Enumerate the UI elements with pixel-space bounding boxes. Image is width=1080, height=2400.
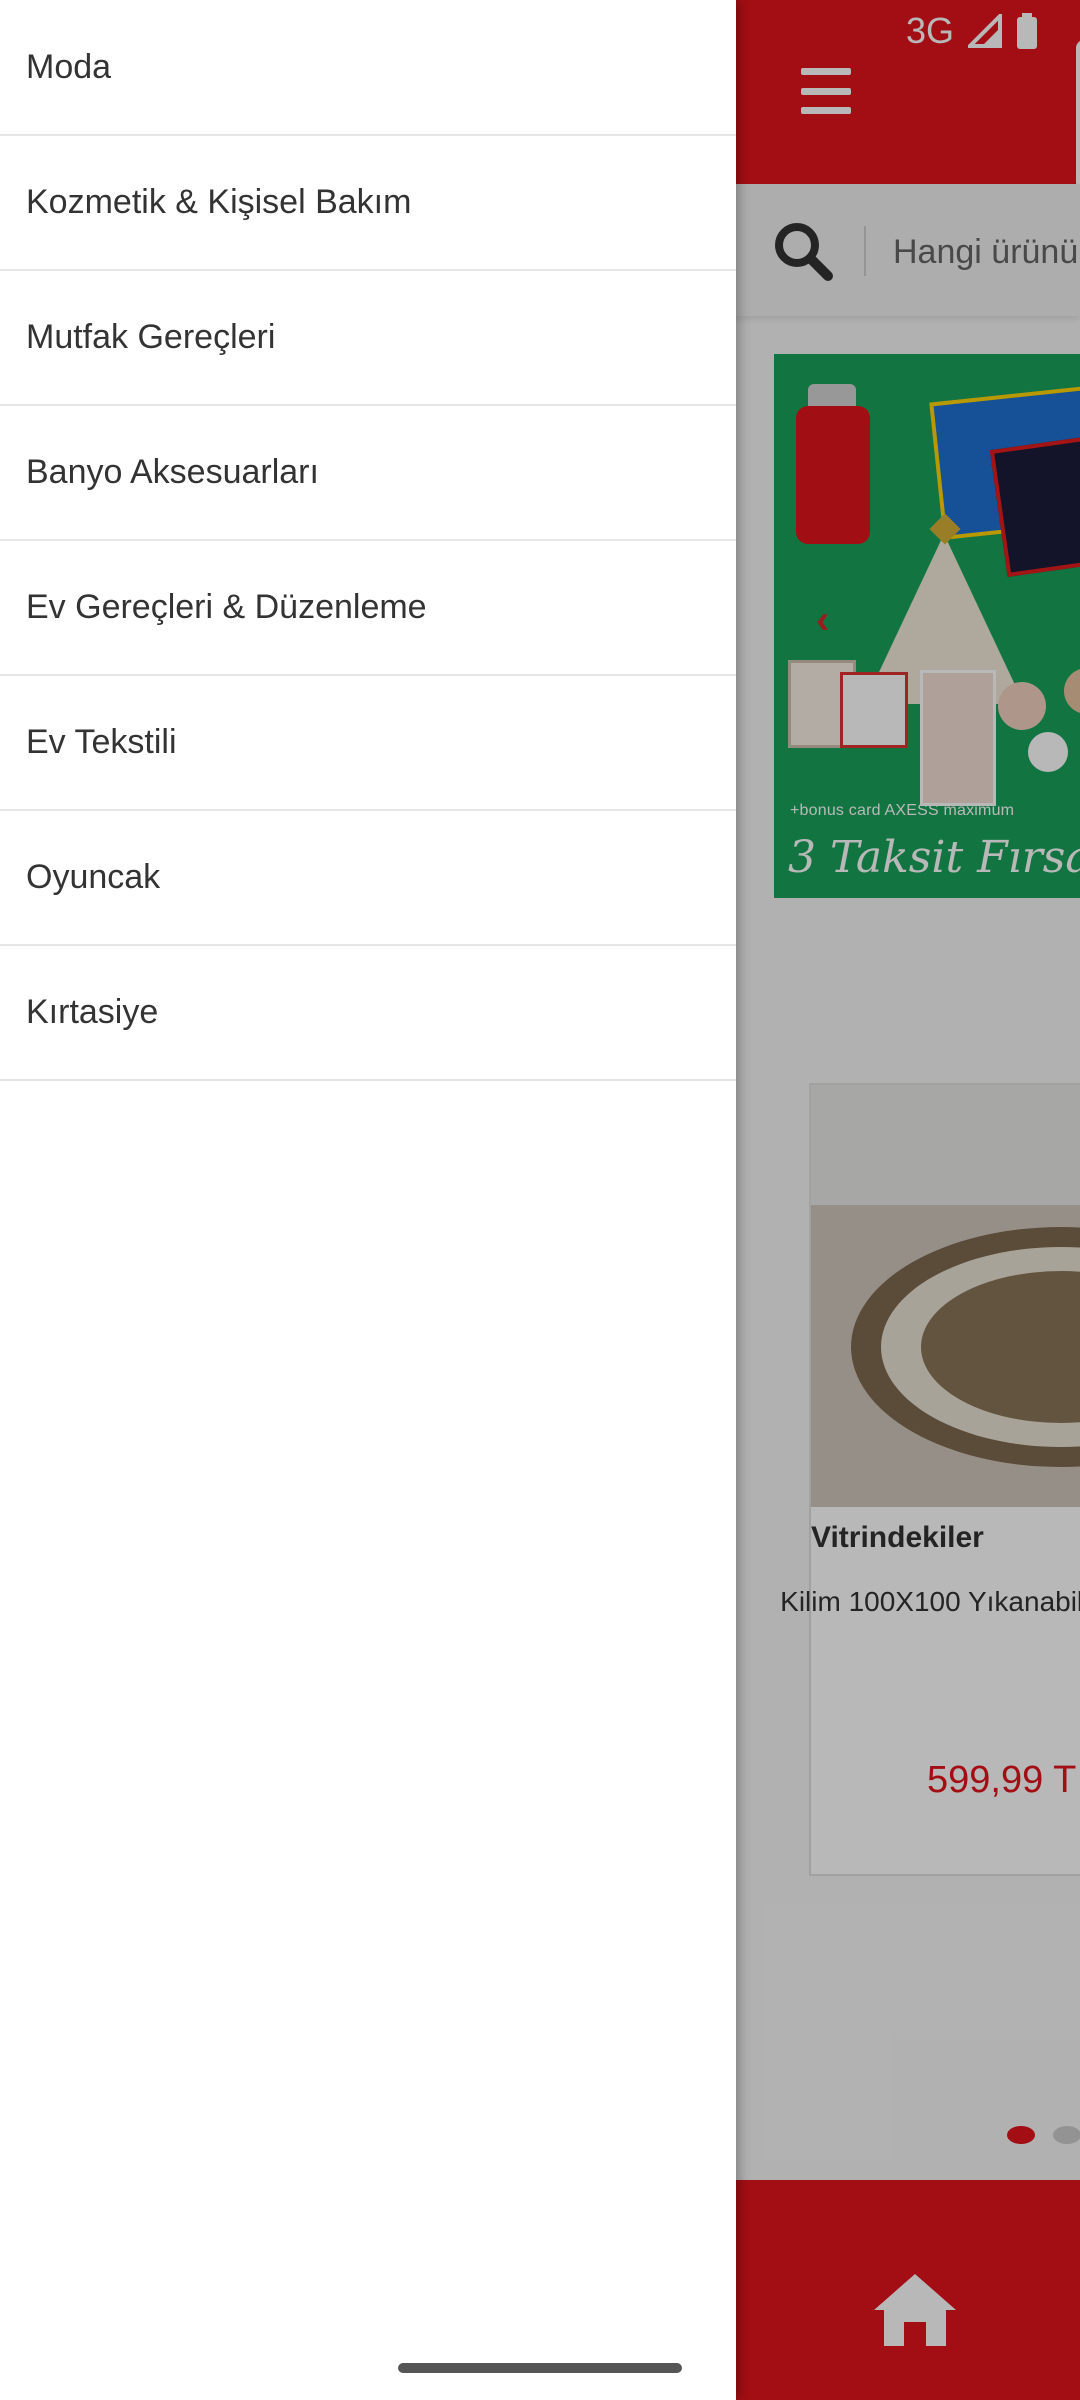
screen: 3G Hangi ürünü ‹ +bonus card AXESS maxim… [0, 0, 1080, 2400]
category-item-kirtasiye[interactable]: Kırtasiye [0, 946, 736, 1081]
category-item-mutfak[interactable]: Mutfak Gereçleri [0, 271, 736, 406]
category-drawer: Moda Kozmetik & Kişisel Bakım Mutfak Ger… [0, 0, 736, 2400]
category-item-oyuncak[interactable]: Oyuncak [0, 811, 736, 946]
category-item-ev-tekstili[interactable]: Ev Tekstili [0, 676, 736, 811]
category-item-kozmetik[interactable]: Kozmetik & Kişisel Bakım [0, 136, 736, 271]
category-item-ev-gerecleri[interactable]: Ev Gereçleri & Düzenleme [0, 541, 736, 676]
category-item-banyo[interactable]: Banyo Aksesuarları [0, 406, 736, 541]
category-list: Moda Kozmetik & Kişisel Bakım Mutfak Ger… [0, 0, 736, 1081]
gesture-navigation-bar[interactable] [398, 2363, 682, 2373]
category-item-moda[interactable]: Moda [0, 0, 736, 136]
